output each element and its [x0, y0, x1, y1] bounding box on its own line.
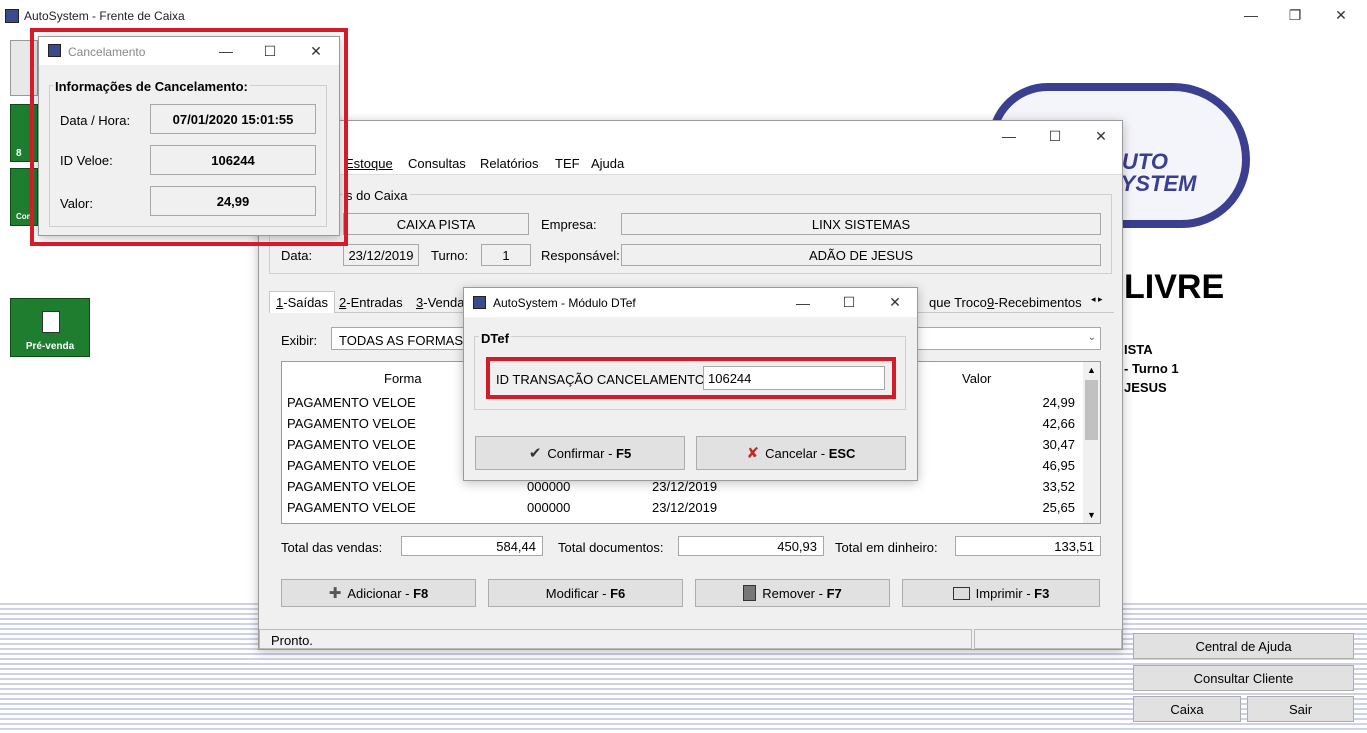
logo-text: AUTO SYSTEM	[1106, 149, 1197, 196]
scroll-down-icon[interactable]: ▼	[1087, 510, 1096, 520]
responsavel-field: ADÃO DE JESUS	[621, 244, 1101, 266]
total-dinheiro-label: Total em dinheiro:	[835, 540, 938, 555]
status-bar: Pronto.	[259, 629, 972, 649]
left-tile-2-label: 8	[16, 148, 22, 159]
app-maximize-button[interactable]: ❐	[1272, 0, 1318, 30]
status-bar-panel	[974, 629, 1122, 649]
total-vendas-label: Total das vendas:	[281, 540, 383, 555]
menu-relatorios[interactable]: Relatórios	[480, 156, 539, 171]
app-close-button[interactable]: ✕	[1318, 0, 1364, 30]
tab-venda[interactable]: 3 -Venda	[410, 291, 470, 313]
adicionar-button[interactable]: ✚ Adicionar - F8	[281, 579, 476, 607]
col-valor: Valor	[962, 371, 992, 386]
exibir-label: Exibir:	[281, 333, 318, 348]
dtef-group-title: DTef	[479, 331, 511, 346]
x-icon: ✘	[746, 445, 760, 462]
responsavel-label: Responsável:	[541, 248, 620, 263]
consultar-cliente-button[interactable]: Consultar Cliente	[1133, 665, 1354, 691]
caixa-button[interactable]: Caixa	[1133, 696, 1241, 722]
dtef-minimize-button[interactable]: —	[780, 288, 826, 317]
total-documentos-label: Total documentos:	[558, 540, 664, 555]
menu-estoque[interactable]: Estoque	[345, 156, 393, 171]
printer-icon	[952, 586, 970, 600]
modificar-button[interactable]: Modificar - F6	[488, 579, 683, 607]
cancelar-button[interactable]: ✘ Cancelar - ESC	[696, 436, 906, 470]
central-ajuda-button[interactable]: Central de Ajuda	[1133, 633, 1354, 659]
dtef-window-title: AutoSystem - Módulo DTef	[493, 296, 636, 310]
dtef-close-button[interactable]: ✕	[872, 288, 918, 317]
tab-saidas[interactable]: 1 -Saídas	[269, 291, 336, 313]
chevron-down-icon: ⌄	[1087, 332, 1096, 343]
prevenda-tile[interactable]: Pré-venda	[10, 298, 90, 357]
prevenda-icon	[42, 311, 60, 333]
dtef-window: AutoSystem - Módulo DTef — ☐ ✕ DTef ID T…	[463, 287, 918, 481]
scroll-thumb[interactable]	[1085, 380, 1098, 440]
total-dinheiro-field: 133,51	[955, 536, 1101, 556]
data-field: 23/12/2019	[343, 244, 419, 266]
turno-field: 1	[481, 244, 531, 266]
app-title: AutoSystem - Frente de Caixa	[24, 9, 185, 23]
id-transacao-highlight	[486, 357, 896, 399]
menu-bar: Estoque Consultas Relatórios TEF Ajuda	[259, 151, 1122, 175]
app-icon	[5, 9, 19, 23]
main-minimize-button[interactable]: —	[986, 121, 1032, 151]
table-row[interactable]: PAGAMENTO VELOE 000000 23/12/2019 25,65	[287, 497, 1095, 518]
dtef-maximize-button[interactable]: ☐	[826, 288, 872, 317]
tab-scroll-icon[interactable]: ◂ ▸	[1091, 294, 1103, 305]
info-line-3: JESUS	[1124, 380, 1167, 395]
tab-recebimentos[interactable]: 9 -Recebimentos	[981, 291, 1088, 313]
data-label: Data:	[281, 248, 313, 263]
status-text: Pronto.	[271, 633, 313, 648]
col-forma: Forma	[384, 371, 422, 386]
trash-icon	[743, 585, 757, 601]
sair-button[interactable]: Sair	[1247, 696, 1354, 722]
menu-ajuda[interactable]: Ajuda	[591, 156, 624, 171]
app-minimize-button[interactable]: —	[1228, 0, 1274, 30]
dtef-titlebar: AutoSystem - Módulo DTef — ☐ ✕	[464, 288, 917, 317]
cancelamento-highlight	[30, 28, 348, 246]
status-livre: LIVRE	[1124, 268, 1225, 306]
plus-icon: ✚	[328, 585, 342, 602]
empresa-label: Empresa:	[541, 217, 597, 232]
remover-button[interactable]: Remover - F7	[695, 579, 890, 607]
dtef-window-icon	[473, 296, 486, 309]
empresa-field: LINX SISTEMAS	[621, 213, 1101, 235]
info-line-1: ISTA	[1124, 342, 1153, 357]
info-line-2: - Turno 1	[1124, 361, 1179, 376]
exibir-value: TODAS AS FORMAS D	[339, 333, 477, 348]
turno-label: Turno:	[431, 248, 469, 263]
menu-tef[interactable]: TEF	[555, 156, 580, 171]
main-titlebar: — ☐ ✕	[259, 121, 1122, 151]
main-close-button[interactable]: ✕	[1078, 121, 1124, 151]
scroll-up-icon[interactable]: ▲	[1087, 365, 1096, 375]
caixa-field: CAIXA PISTA	[343, 213, 529, 235]
total-vendas-field: 584,44	[401, 536, 543, 556]
total-documentos-field: 450,93	[678, 536, 824, 556]
tab-entradas[interactable]: 2 -Entradas	[333, 291, 409, 313]
caixa-group-title: s do Caixa	[343, 188, 411, 203]
menu-consultas[interactable]: Consultas	[408, 156, 466, 171]
main-maximize-button[interactable]: ☐	[1032, 121, 1078, 151]
imprimir-button[interactable]: Imprimir - F3	[902, 579, 1100, 607]
confirmar-button[interactable]: ✔ Confirmar - F5	[475, 436, 685, 470]
table-scrollbar[interactable]: ▲ ▼	[1083, 362, 1100, 523]
check-icon: ✔	[528, 445, 542, 462]
prevenda-label: Pré-venda	[25, 341, 75, 352]
